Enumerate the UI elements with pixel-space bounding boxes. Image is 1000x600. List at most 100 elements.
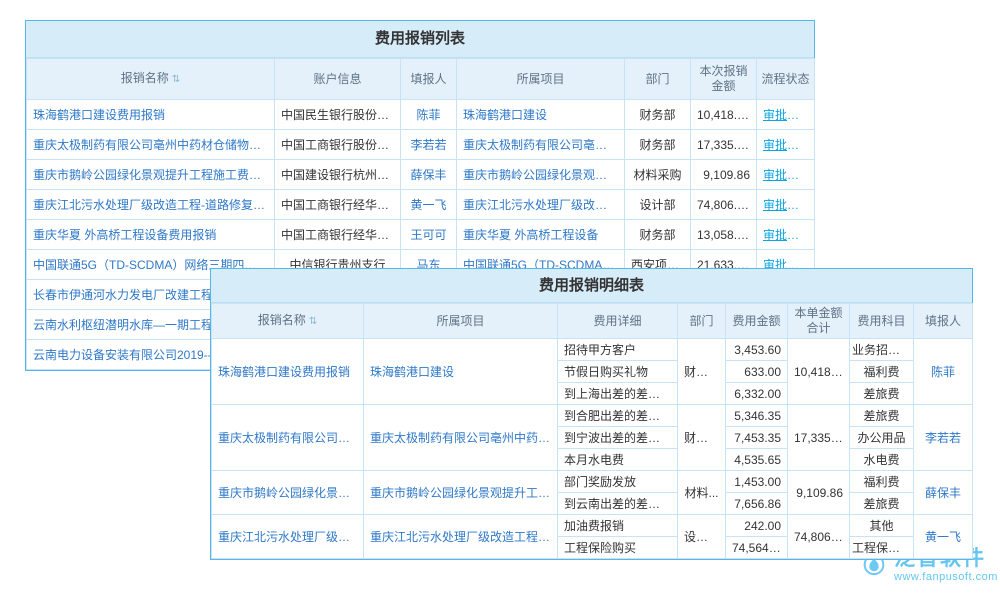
table-row: 珠海鹤港口建设费用报销中国民生银行股份有限...陈菲珠海鹤港口建设财务部10,4… [27, 100, 815, 130]
cell-dept: 财务部 [625, 130, 691, 160]
column-header-account: 账户信息 [275, 59, 401, 100]
cell-subject: 其他 [850, 515, 914, 537]
cell-filler[interactable]: 黄一飞 [401, 190, 457, 220]
cell-dept: 财务部 [625, 220, 691, 250]
cell-subject: 工程保险费 [850, 537, 914, 559]
column-header-name[interactable]: 报销名称⇅ [27, 59, 275, 100]
cell-detail: 加油费报销 [558, 515, 678, 537]
column-header-label: 账户信息 [313, 72, 361, 86]
cell-subject: 差旅费 [850, 493, 914, 515]
cell-name[interactable]: 珠海鹤港口建设费用报销 [27, 100, 275, 130]
cell-amount: 3,453.60 [726, 339, 788, 361]
cell-subject: 差旅费 [850, 383, 914, 405]
cell-detail: 到宁波出差的差旅费 [558, 427, 678, 449]
cell-project[interactable]: 重庆市鹅岭公园绿化景观提升工程施工 [364, 471, 558, 515]
cell-subject: 水电费 [850, 449, 914, 471]
cell-name[interactable]: 重庆太极制药有限公司亳州中药材仓储物流基地项... [27, 130, 275, 160]
cell-filler[interactable]: 黄一飞 [914, 515, 973, 559]
cell-status[interactable]: 审批通过 [757, 190, 815, 220]
cell-project[interactable]: 重庆江北污水处理厂级改造工... [457, 190, 625, 220]
cell-detail: 到云南出差的差旅费 [558, 493, 678, 515]
cell-amount: 6,332.00 [726, 383, 788, 405]
cell-status[interactable]: 审批通过 [757, 220, 815, 250]
column-header-total: 本单金额合计 [788, 304, 850, 339]
table-row: 重庆华夏 外高桥工程设备费用报销中国工商银行经华路支行王可可重庆华夏 外高桥工程… [27, 220, 815, 250]
table-row: 重庆市鹅岭公园绿化景观提升工...重庆市鹅岭公园绿化景观提升工程施工部门奖励发放… [212, 471, 973, 493]
cell-amount: 5,346.35 [726, 405, 788, 427]
cell-status[interactable]: 审批通过 [757, 130, 815, 160]
cell-account: 中国工商银行经华路支行 [275, 220, 401, 250]
column-header-amount: 费用金额 [726, 304, 788, 339]
cell-dept: 材料... [678, 471, 726, 515]
expense-detail-title: 费用报销明细表 [211, 269, 972, 303]
cell-name[interactable]: 重庆江北污水处理厂级改造工程-道路修复工程费用... [27, 190, 275, 220]
cell-name[interactable]: 重庆江北污水处理厂级改造工程-... [212, 515, 364, 559]
table-row: 珠海鹤港口建设费用报销珠海鹤港口建设招待甲方客户财务部3,453.6010,41… [212, 339, 973, 361]
cell-total: 9,109.86 [788, 471, 850, 515]
cell-project[interactable]: 重庆市鹅岭公园绿化景观提升... [457, 160, 625, 190]
cell-dept: 设计部 [625, 190, 691, 220]
cell-amount: 10,418.60 [691, 100, 757, 130]
cell-amount: 4,535.65 [726, 449, 788, 471]
column-header-label: 本单金额合计 [794, 306, 842, 335]
cell-detail: 工程保险购买 [558, 537, 678, 559]
cell-account: 中国民生银行股份有限... [275, 100, 401, 130]
cell-project[interactable]: 珠海鹤港口建设 [457, 100, 625, 130]
cell-amount: 633.00 [726, 361, 788, 383]
column-header-detail: 费用详细 [558, 304, 678, 339]
column-header-subject: 费用科目 [850, 304, 914, 339]
cell-filler[interactable]: 李若若 [914, 405, 973, 471]
cell-dept: 设计部 [678, 515, 726, 559]
column-header-status: 流程状态 [757, 59, 815, 100]
cell-filler[interactable]: 陈菲 [401, 100, 457, 130]
cell-total: 17,335.35 [788, 405, 850, 471]
cell-filler[interactable]: 薛保丰 [401, 160, 457, 190]
expense-detail-window: 费用报销明细表 报销名称⇅所属项目费用详细部门费用金额本单金额合计费用科目填报人… [210, 268, 973, 560]
column-header-label: 费用详细 [593, 314, 641, 328]
cell-subject: 办公用品 [850, 427, 914, 449]
sort-icon[interactable]: ⇅ [172, 74, 180, 85]
cell-name[interactable]: 珠海鹤港口建设费用报销 [212, 339, 364, 405]
cell-dept: 财务部 [625, 100, 691, 130]
cell-name[interactable]: 重庆太极制药有限公司亳州中药材... [212, 405, 364, 471]
cell-name[interactable]: 重庆市鹅岭公园绿化景观提升工... [212, 471, 364, 515]
cell-account: 中国建设银行杭州市上... [275, 160, 401, 190]
cell-subject: 福利费 [850, 361, 914, 383]
column-header-label: 本次报销金额 [699, 64, 747, 93]
cell-filler[interactable]: 王可可 [401, 220, 457, 250]
column-header-label: 费用金额 [732, 314, 780, 328]
cell-project[interactable]: 重庆华夏 外高桥工程设备 [457, 220, 625, 250]
cell-detail: 招待甲方客户 [558, 339, 678, 361]
cell-amount: 9,109.86 [691, 160, 757, 190]
cell-filler[interactable]: 陈菲 [914, 339, 973, 405]
cell-status[interactable]: 审批通过 [757, 160, 815, 190]
column-header-label: 报销名称 [258, 313, 306, 327]
cell-name[interactable]: 重庆市鹅岭公园绿化景观提升工程施工费用报销 [27, 160, 275, 190]
cell-project[interactable]: 重庆太极制药有限公司亳州中药材仓储物流... [364, 405, 558, 471]
cell-project[interactable]: 珠海鹤港口建设 [364, 339, 558, 405]
cell-amount: 13,058.45 [691, 220, 757, 250]
cell-filler[interactable]: 薛保丰 [914, 471, 973, 515]
cell-amount: 7,453.35 [726, 427, 788, 449]
table-row: 重庆江北污水处理厂级改造工程-...重庆江北污水处理厂级改造工程-道路修复工加油… [212, 515, 973, 537]
header-row: 报销名称⇅账户信息填报人所属项目部门本次报销金额流程状态 [27, 59, 815, 100]
column-header-project: 所属项目 [457, 59, 625, 100]
cell-filler[interactable]: 李若若 [401, 130, 457, 160]
column-header-dept: 部门 [625, 59, 691, 100]
cell-name[interactable]: 重庆华夏 外高桥工程设备费用报销 [27, 220, 275, 250]
column-header-label: 所属项目 [436, 314, 484, 328]
cell-project[interactable]: 重庆江北污水处理厂级改造工程-道路修复工 [364, 515, 558, 559]
cell-project[interactable]: 重庆太极制药有限公司亳州中... [457, 130, 625, 160]
cell-amount: 242.00 [726, 515, 788, 537]
table-row: 重庆市鹅岭公园绿化景观提升工程施工费用报销中国建设银行杭州市上...薛保丰重庆市… [27, 160, 815, 190]
column-header-label: 部门 [645, 72, 669, 86]
column-header-label: 报销名称 [121, 71, 169, 85]
cell-detail: 本月水电费 [558, 449, 678, 471]
expense-list-title: 费用报销列表 [26, 21, 814, 58]
cell-detail: 部门奖励发放 [558, 471, 678, 493]
cell-detail: 节假日购买礼物 [558, 361, 678, 383]
sort-icon[interactable]: ⇅ [309, 316, 317, 327]
cell-status[interactable]: 审批通过 [757, 100, 815, 130]
column-header-name[interactable]: 报销名称⇅ [212, 304, 364, 339]
header-row: 报销名称⇅所属项目费用详细部门费用金额本单金额合计费用科目填报人 [212, 304, 973, 339]
